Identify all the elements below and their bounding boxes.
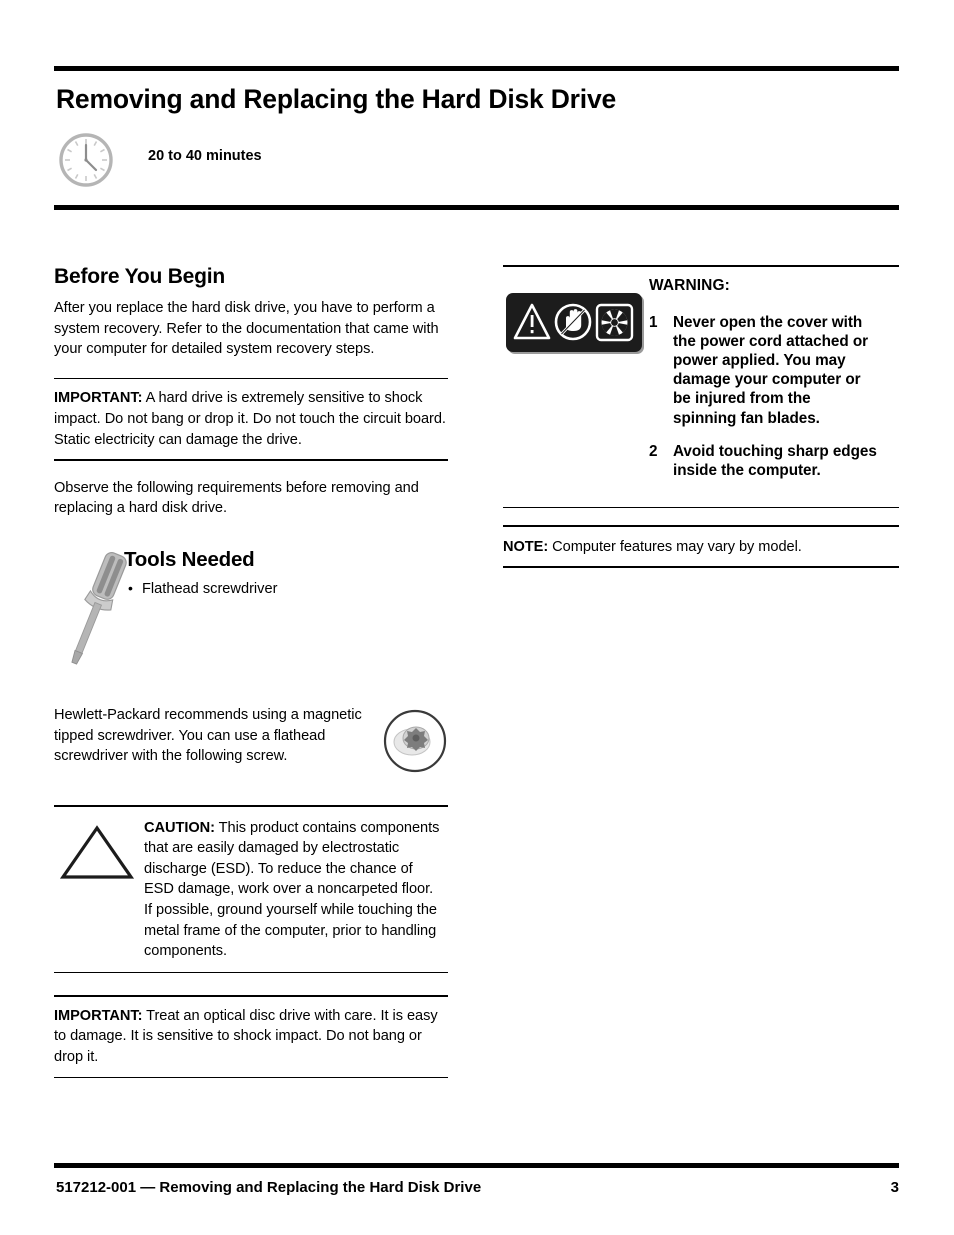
caution-text: CAUTION: This product contains component… (144, 818, 444, 962)
warning-triangle-icon (513, 303, 551, 339)
recommendation-row: Hewlett-Packard recommends using a magne… (54, 705, 448, 777)
caution-label: CAUTION: (144, 819, 215, 836)
note-body: Computer features may vary by model. (548, 538, 802, 555)
note-text: NOTE: Computer features may vary by mode… (503, 537, 899, 558)
warning-item-number: 1 (649, 313, 658, 331)
before-you-begin-heading: Before You Begin (54, 265, 226, 288)
tools-list-item: Flathead screwdriver (128, 580, 277, 597)
warning-heading: WARNING: (649, 276, 730, 294)
rule (503, 566, 899, 568)
rule (54, 459, 448, 461)
right-column: WARNING: 1 Never open the cover with the… (503, 265, 899, 568)
no-hand-icon (554, 303, 592, 340)
caution-triangle-icon (59, 824, 135, 879)
warning-item-text: Never open the cover with the power cord… (673, 313, 869, 427)
warning-list: 1 Never open the cover with the power co… (649, 313, 899, 481)
recommendation-text: Hewlett-Packard recommends using a magne… (54, 706, 362, 765)
tools-list: Flathead screwdriver (128, 580, 277, 597)
document-page: Removing and Replacing the Hard Disk Dri… (0, 0, 954, 1235)
important-drive-label: IMPORTANT: (54, 390, 143, 407)
warning-block: WARNING: 1 Never open the cover with the… (503, 267, 899, 507)
before-you-begin-paragraph: After you replace the hard disk drive, y… (54, 300, 439, 358)
rule (503, 506, 899, 509)
header-rule-bottom (54, 205, 899, 210)
left-column: Before You Begin After you replace the h… (54, 265, 448, 1079)
rule (54, 1076, 448, 1079)
fan-icon (595, 303, 634, 341)
warning-list-item: 1 Never open the cover with the power co… (649, 313, 877, 428)
warning-icon-panel (506, 292, 642, 352)
screw-icon (383, 709, 447, 773)
important-optical-text: IMPORTANT: Treat an optical disc drive w… (54, 1006, 448, 1068)
tools-needed-heading: Tools Needed (124, 547, 255, 571)
clock-icon (59, 133, 113, 187)
tools-needed-section: Tools Needed Flathead screwdriver (54, 541, 448, 691)
warning-item-text: Avoid touching sharp edges inside the co… (673, 442, 877, 480)
note-section: NOTE: Computer features may vary by mode… (503, 525, 899, 568)
important-optical-label: IMPORTANT: (54, 1007, 143, 1024)
footer-rule (54, 1163, 899, 1168)
important-drive-text: IMPORTANT: A hard drive is extremely sen… (54, 388, 448, 450)
screwdriver-icon (71, 551, 127, 665)
observe-paragraph: Observe the following requirements befor… (54, 479, 419, 517)
duration-label: 20 to 40 minutes (148, 148, 262, 164)
caution-section: CAUTION: This product contains component… (54, 804, 448, 974)
footer-page-number: 3 (890, 1179, 899, 1196)
note-label: NOTE: (503, 538, 549, 555)
important-optical-block: IMPORTANT: Treat an optical disc drive w… (54, 995, 448, 1079)
warning-icons-svg (513, 303, 634, 341)
warning-list-item: 2 Avoid touching sharp edges inside the … (649, 442, 877, 480)
rule (54, 971, 448, 974)
warning-item-number: 2 (649, 442, 658, 460)
important-drive-block: IMPORTANT: A hard drive is extremely sen… (54, 377, 448, 461)
duration-row: 20 to 40 minutes (56, 132, 456, 188)
footer-text: 517212-001 — Removing and Replacing the … (56, 1179, 482, 1196)
page-title: Removing and Replacing the Hard Disk Dri… (56, 84, 617, 114)
caution-body: This product contains components that ar… (144, 819, 440, 960)
header-rule-top (54, 66, 899, 71)
